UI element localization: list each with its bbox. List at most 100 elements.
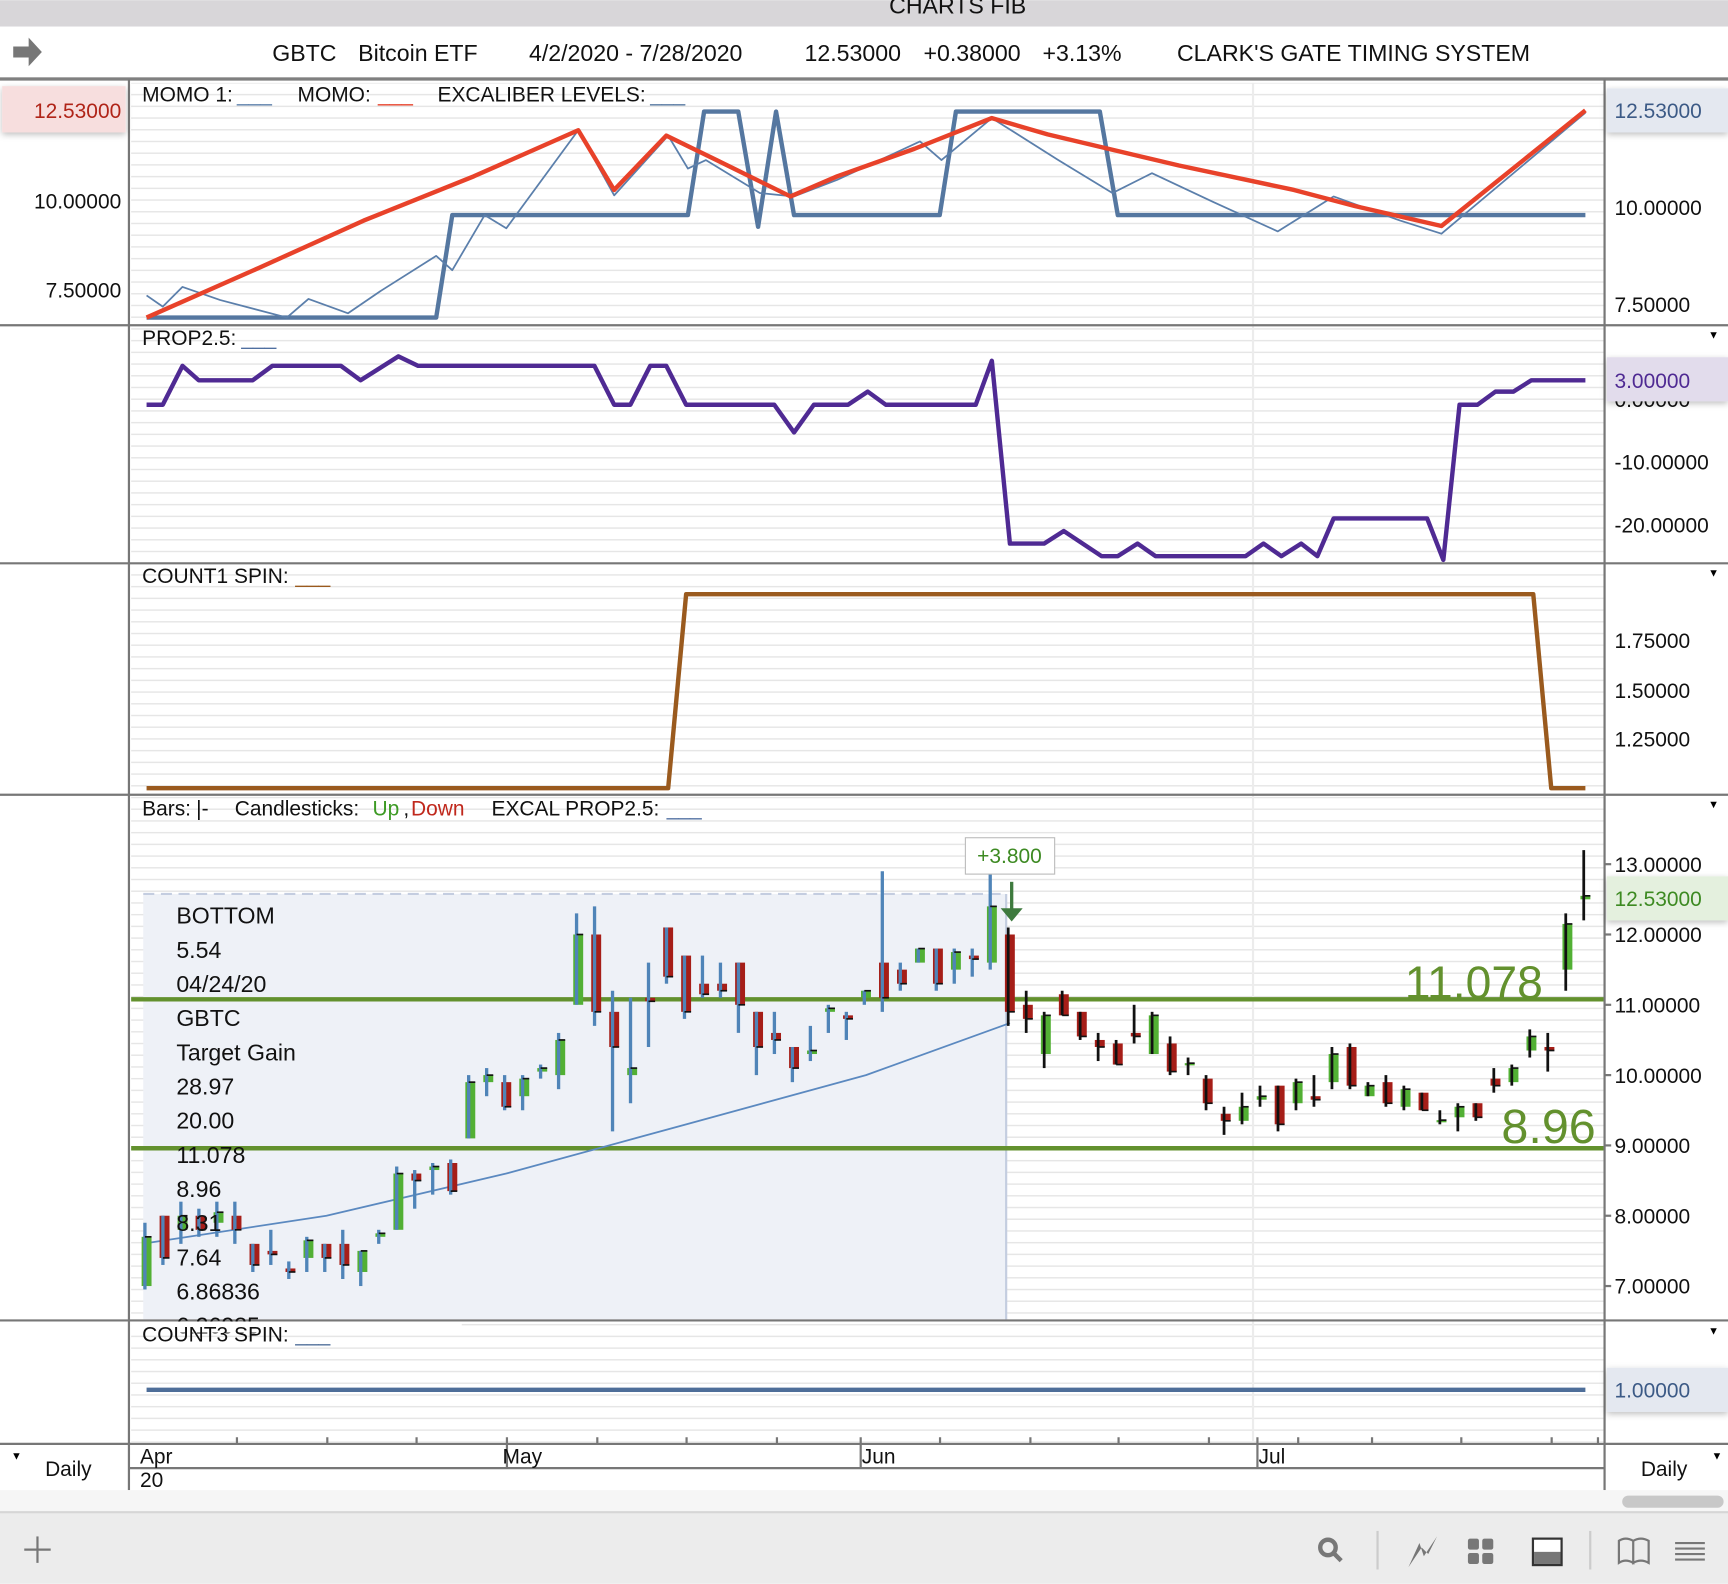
panel-menu-icon[interactable]: ▼ — [1708, 799, 1719, 811]
right-tick: 1.25000 — [1614, 728, 1690, 751]
candle-body-down — [1202, 1078, 1213, 1104]
legend-prop-swatch: ___ — [240, 327, 276, 350]
candlestick — [1112, 1039, 1123, 1066]
candle-body-down — [1112, 1043, 1123, 1065]
overlay-line: 6.86836 — [176, 1278, 260, 1304]
price-change: +0.38000 — [924, 40, 1021, 66]
overlay-line: 7.64 — [176, 1244, 221, 1270]
candlestick — [1076, 1011, 1087, 1040]
right-tick: 1.75000 — [1614, 630, 1690, 653]
right-tick: 7.50000 — [1614, 294, 1690, 317]
window-title: CHARTS FIB — [889, 0, 1026, 18]
legend-down: Down — [411, 798, 465, 821]
chart-window: CHARTS FIB GBTC Bitcoin ETF 4/2/2020 - 7… — [0, 0, 1728, 1584]
right-current-value: 3.00000 — [1614, 370, 1690, 393]
right-current-price: 12.53000 — [1614, 888, 1701, 911]
candlestick — [1346, 1043, 1357, 1090]
candlestick — [681, 955, 692, 1019]
candle-body-up — [1238, 1106, 1249, 1121]
right-tick: 12.00000 — [1614, 924, 1701, 947]
candle-body-up — [1148, 1015, 1159, 1055]
right-tick: 10.00000 — [1614, 1065, 1701, 1088]
legend-bars: Bars: — [142, 798, 191, 821]
candlestick — [465, 1075, 476, 1139]
level-high-label: 11.078 — [1405, 957, 1543, 1009]
candle-body-down — [1094, 1039, 1105, 1047]
legend-excal-prop: EXCAL PROP2.5: — [492, 798, 660, 821]
candlestick — [1418, 1092, 1429, 1112]
legend-candlesticks: Candlesticks: — [235, 798, 359, 821]
overlay-line: 8.31 — [176, 1210, 221, 1236]
legend-count3: COUNT3 SPIN: — [142, 1323, 288, 1346]
legend-count3-swatch: ___ — [294, 1323, 330, 1346]
horizontal-scrollbar[interactable] — [1622, 1495, 1724, 1508]
left-tick: 7.50000 — [46, 280, 122, 303]
right-tick: 8.00000 — [1614, 1205, 1690, 1228]
right-tick: 11.00000 — [1614, 995, 1700, 1018]
legend-momo1: MOMO 1: — [142, 84, 233, 107]
overlay-line: Target Gain — [176, 1039, 296, 1065]
candle-body-up — [1328, 1054, 1339, 1083]
candle-body-down — [1022, 1004, 1033, 1019]
right-current-value: 12.53000 — [1614, 100, 1701, 123]
period-menu-icon[interactable]: ▼ — [1711, 1450, 1722, 1462]
legend-excaliber-swatch: ___ — [649, 84, 685, 107]
right-tick: -10.00000 — [1614, 452, 1708, 475]
overlay-line: 04/24/20 — [176, 971, 266, 997]
right-tick: 13.00000 — [1614, 854, 1701, 877]
legend-bars-symbol: |- — [196, 798, 208, 821]
right-current-value: 1.00000 — [1614, 1380, 1690, 1403]
panel-menu-icon[interactable]: ▼ — [1708, 1326, 1719, 1338]
legend-momo: MOMO: — [298, 84, 371, 107]
level-low-label: 8.96 — [1501, 1100, 1595, 1154]
overlay-line: GBTC — [176, 1005, 240, 1031]
candlestick — [447, 1159, 458, 1195]
gain-annotation: +3.800 — [977, 845, 1042, 868]
price-change-pct: +3.13% — [1043, 40, 1122, 66]
x-label-year: 20 — [140, 1469, 163, 1492]
x-label-jul: Jul — [1259, 1446, 1286, 1469]
candle-body-down — [1382, 1082, 1393, 1104]
candle-body-up — [1292, 1082, 1303, 1104]
candle-body-up — [1040, 1015, 1051, 1055]
right-tick: -20.00000 — [1614, 514, 1708, 537]
legend-excal-prop-swatch: ___ — [666, 798, 702, 821]
candle-body-down — [1076, 1011, 1087, 1037]
candle-body-down — [1346, 1046, 1357, 1086]
candle-body-down — [1472, 1103, 1483, 1118]
legend-count1-swatch: ___ — [294, 565, 330, 588]
legend-momo-swatch: ___ — [377, 84, 413, 107]
overlay-line: 5.54 — [176, 937, 221, 963]
candlestick — [1148, 1011, 1159, 1055]
candle-body-down — [1004, 934, 1015, 1012]
symbol: GBTC — [272, 40, 336, 66]
overlay-line: 28.97 — [176, 1074, 234, 1100]
panel-menu-icon[interactable]: ▼ — [1708, 330, 1719, 342]
right-tick: 7.00000 — [1614, 1276, 1690, 1299]
candle-body-up — [1454, 1106, 1465, 1118]
legend-prop: PROP2.5: — [142, 327, 236, 350]
candle-body-up — [303, 1240, 314, 1258]
system-name: CLARK'S GATE TIMING SYSTEM — [1177, 40, 1530, 66]
period-left[interactable]: Daily — [45, 1458, 92, 1481]
candle-body-down — [447, 1163, 458, 1192]
x-label-jun: Jun — [862, 1446, 896, 1469]
candlestick — [1400, 1085, 1411, 1111]
period-right[interactable]: Daily — [1641, 1458, 1688, 1481]
overlay-line: 11.078 — [176, 1142, 245, 1168]
left-current-price: 12.53000 — [34, 100, 121, 123]
panel-menu-icon[interactable]: ▼ — [1708, 568, 1719, 580]
candle-body-down — [1058, 994, 1069, 1016]
panel-icon[interactable] — [1531, 1537, 1563, 1567]
candle-body-up — [1526, 1036, 1537, 1051]
legend-comma: , — [403, 798, 409, 821]
candle-body-up — [1364, 1085, 1375, 1097]
right-tick: 9.00000 — [1614, 1135, 1690, 1158]
legend-excaliber: EXCALIBER LEVELS: — [438, 84, 646, 107]
candle-body-down — [1490, 1078, 1501, 1086]
overlay-line: 8.96 — [176, 1176, 221, 1202]
legend-up: Up — [372, 798, 399, 821]
right-tick: 1.50000 — [1614, 680, 1690, 703]
legend-count1: COUNT1 SPIN: — [142, 565, 288, 588]
period-menu-icon[interactable]: ▼ — [11, 1450, 22, 1462]
